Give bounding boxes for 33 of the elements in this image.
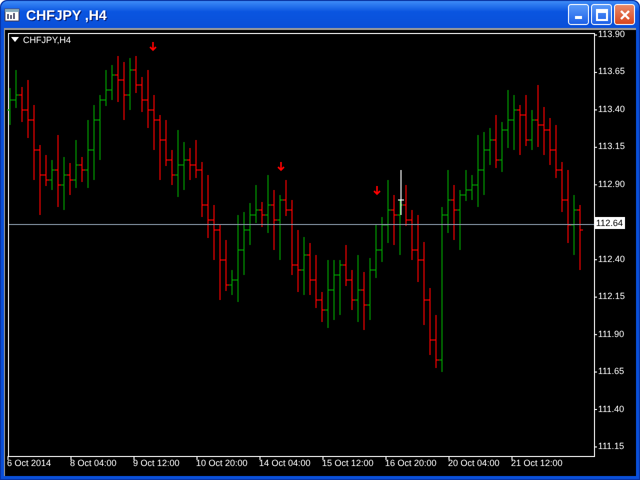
price-axis-label: 112.40 [598, 252, 625, 265]
chart-window-icon [4, 6, 20, 22]
price-axis-label: 111.40 [598, 402, 624, 414]
time-axis-label: 9 Oct 12:00 [133, 458, 180, 468]
price-axis-label: 111.65 [598, 365, 624, 378]
time-axis-label: 16 Oct 20:00 [385, 458, 437, 468]
time-axis-label: 15 Oct 12:00 [322, 458, 374, 468]
price-axis-label: 112.15 [598, 290, 625, 302]
price-axis-label: 113.90 [598, 28, 625, 40]
price-axis-label: 111.15 [598, 440, 624, 452]
window-title: CHFJPY ,H4 [26, 6, 107, 22]
time-axis-label: 10 Oct 20:00 [196, 458, 248, 468]
maximize-button[interactable] [591, 4, 612, 25]
minimize-button[interactable] [568, 4, 589, 25]
time-axis-label: 8 Oct 04:00 [70, 458, 117, 468]
price-axis-label: 113.40 [598, 102, 625, 115]
symbol-label: CHFJPY,H4 [23, 35, 71, 45]
price-axis-label: 111.90 [598, 328, 624, 340]
price-axis-label: 113.15 [598, 140, 625, 152]
time-axis-label: 20 Oct 04:00 [448, 458, 500, 468]
price-axis-label: 112.90 [598, 178, 625, 190]
time-axis-label: 14 Oct 04:00 [259, 458, 311, 468]
time-axis-label: 6 Oct 2014 [7, 458, 52, 468]
maximize-icon [596, 8, 608, 20]
dropdown-triangle-icon [11, 37, 19, 43]
close-button[interactable] [614, 4, 635, 25]
symbol-dropdown[interactable]: CHFJPY,H4 [11, 35, 71, 45]
price-axis-label: 113.65 [598, 65, 625, 78]
minimize-icon [575, 16, 582, 19]
time-axis-label: 21 Oct 12:00 [511, 458, 563, 468]
down-arrow-icon [149, 41, 157, 52]
current-price-label: 112.64 [594, 217, 625, 229]
close-icon [618, 8, 630, 20]
